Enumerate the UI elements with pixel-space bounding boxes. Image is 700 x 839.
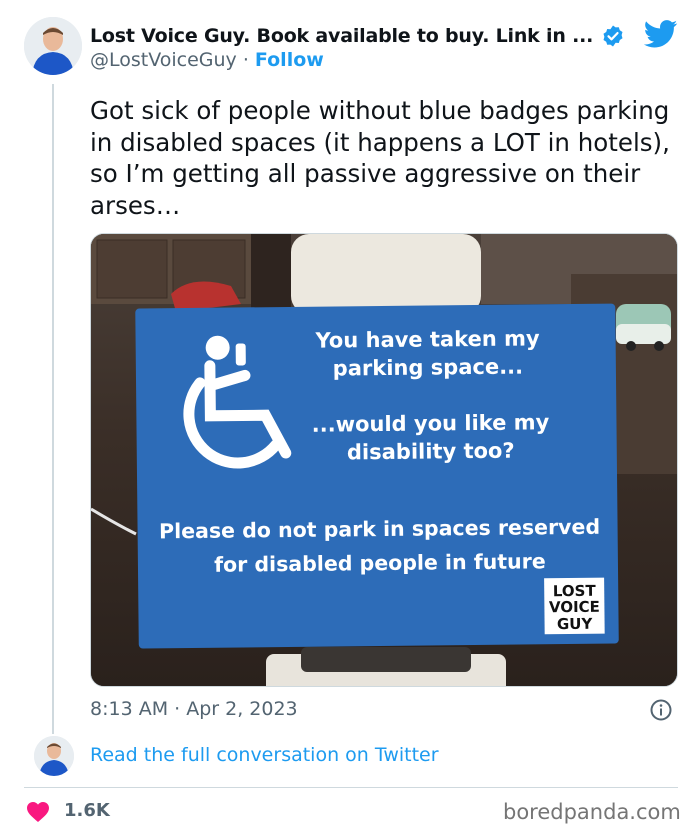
sign-line-4: disability too? bbox=[347, 439, 515, 465]
avatar[interactable] bbox=[24, 17, 82, 75]
sign-line-2: parking space... bbox=[333, 355, 524, 381]
like-count: 1.6K bbox=[64, 800, 110, 821]
handle-row: @LostVoiceGuy · Follow bbox=[90, 49, 324, 71]
separator: · bbox=[236, 49, 255, 71]
timestamp[interactable]: 8:13 AM · Apr 2, 2023 bbox=[90, 698, 298, 720]
handle[interactable]: @LostVoiceGuy bbox=[90, 49, 237, 71]
thread-line bbox=[52, 84, 54, 734]
sign-line-6: for disabled people in future bbox=[214, 549, 546, 576]
divider bbox=[24, 787, 678, 788]
follow-button[interactable]: Follow bbox=[255, 49, 324, 71]
sign-line-1: You have taken my bbox=[314, 326, 540, 352]
logo-line-2: VOICE bbox=[549, 598, 600, 617]
tweet-photo[interactable]: You have taken my parking space... ...wo… bbox=[90, 233, 678, 687]
sign-line-3: ...would you like my bbox=[312, 410, 550, 436]
twitter-bird-icon[interactable] bbox=[644, 20, 678, 48]
verified-badge-icon bbox=[603, 25, 623, 47]
tweet-text: Got sick of people without blue badges p… bbox=[90, 96, 670, 220]
info-icon[interactable] bbox=[650, 699, 672, 721]
read-full-conversation-link[interactable]: Read the full conversation on Twitter bbox=[90, 744, 439, 766]
display-name[interactable]: Lost Voice Guy. Book available to buy. L… bbox=[90, 25, 593, 47]
sign-line-5: Please do not park in spaces reserved bbox=[159, 515, 600, 544]
reply-avatar[interactable] bbox=[34, 736, 74, 776]
heart-icon[interactable] bbox=[26, 801, 50, 823]
logo-line-3: GUY bbox=[557, 615, 594, 633]
watermark: boredpanda.com bbox=[503, 800, 681, 824]
